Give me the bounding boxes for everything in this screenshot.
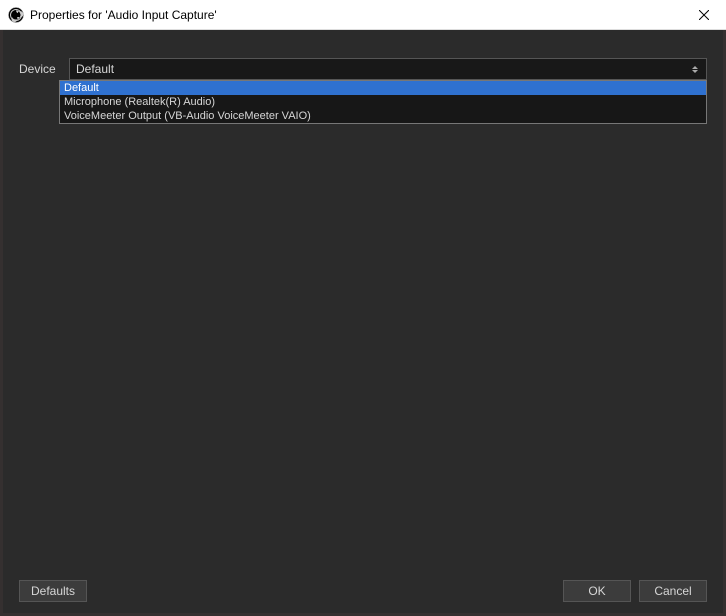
close-button[interactable] [681, 0, 726, 30]
defaults-button[interactable]: Defaults [19, 580, 87, 602]
cancel-button[interactable]: Cancel [639, 580, 707, 602]
titlebar: Properties for 'Audio Input Capture' [0, 0, 726, 30]
ok-button[interactable]: OK [563, 580, 631, 602]
chevron-up-icon [692, 66, 698, 69]
window-title: Properties for 'Audio Input Capture' [30, 8, 681, 22]
obs-app-icon [8, 7, 24, 23]
dialog-footer: Defaults OK Cancel [0, 576, 726, 616]
device-dropdown: Default Microphone (Realtek(R) Audio) Vo… [59, 80, 707, 124]
chevron-down-icon [692, 70, 698, 73]
device-select[interactable]: Default [69, 58, 707, 80]
device-option-microphone[interactable]: Microphone (Realtek(R) Audio) [60, 95, 706, 109]
close-icon [699, 10, 709, 20]
dialog-body: Device Default Default Microphone (Realt… [0, 30, 726, 576]
device-select-value: Default [76, 62, 114, 76]
device-label: Device [19, 62, 59, 76]
properties-dialog: Properties for 'Audio Input Capture' Dev… [0, 0, 726, 616]
device-option-default[interactable]: Default [60, 81, 706, 95]
device-option-voicemeeter[interactable]: VoiceMeeter Output (VB-Audio VoiceMeeter… [60, 109, 706, 123]
select-spinner-icon [688, 61, 702, 77]
device-row: Device Default [19, 58, 707, 80]
